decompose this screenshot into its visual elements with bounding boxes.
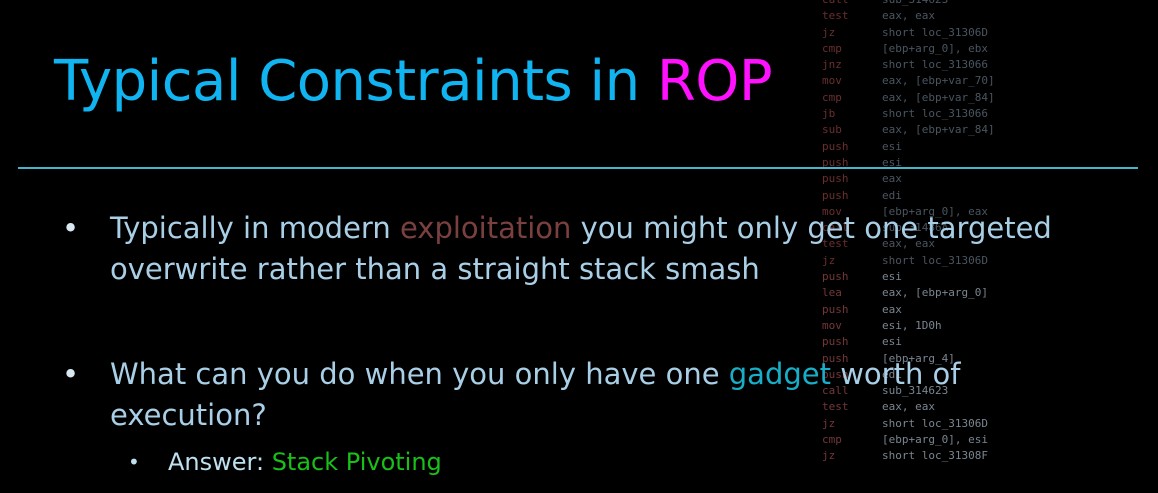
slide: callsub_314623testeax, eaxjzshort loc_31… bbox=[0, 0, 1158, 493]
answer-value: Stack Pivoting bbox=[271, 448, 442, 476]
bullet-text-pre: What can you do when you only have one bbox=[110, 357, 729, 391]
bullet-glyph: • bbox=[62, 211, 80, 245]
sub-bullet-answer: • Answer: Stack Pivoting bbox=[128, 445, 442, 479]
bullet-glyph: • bbox=[62, 357, 80, 391]
bullet-text-pre: Typically in modern bbox=[110, 211, 400, 245]
bullet-item-2: • What can you do when you only have one… bbox=[62, 354, 1070, 436]
bullet-item-1: • Typically in modern exploitation you m… bbox=[62, 208, 1070, 290]
bullet-highlight-exploitation: exploitation bbox=[399, 211, 572, 245]
sub-bullet-glyph: • bbox=[128, 450, 140, 474]
bullet-highlight-gadget: gadget bbox=[728, 357, 831, 391]
bullet-list: • Typically in modern exploitation you m… bbox=[0, 0, 1158, 493]
answer-label: Answer: bbox=[168, 448, 272, 476]
